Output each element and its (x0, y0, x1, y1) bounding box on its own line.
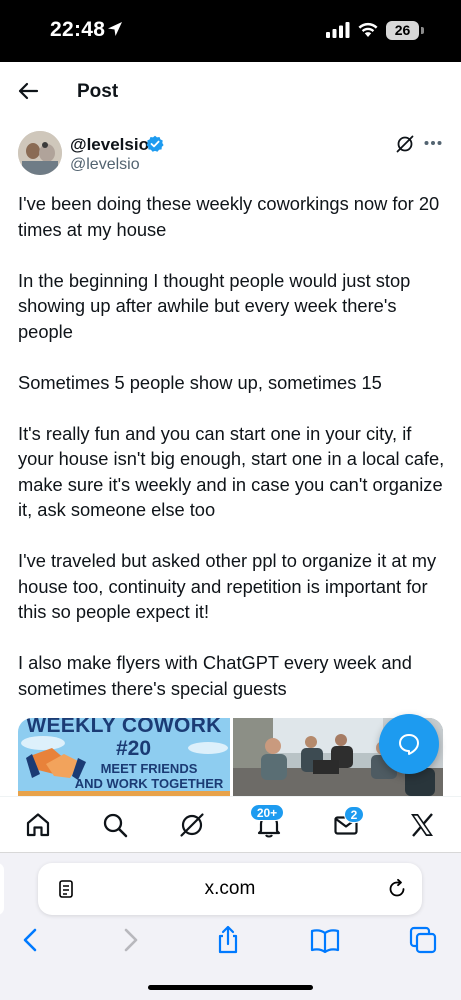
previous-tab-card[interactable] (0, 863, 4, 915)
post-paragraph: In the beginning I thought people would … (18, 269, 411, 342)
reply-fab-button[interactable] (379, 714, 439, 774)
speech-bubble-icon (399, 734, 419, 755)
search-icon[interactable] (101, 811, 129, 839)
x-logo-icon[interactable] (408, 811, 436, 839)
notifications-badge: 20+ (250, 804, 284, 821)
flyer-line-1: MEET FRIENDS (100, 761, 198, 776)
bottom-tab-bar: 20+ 2 (0, 796, 461, 852)
forward-chevron-icon[interactable] (115, 925, 145, 955)
flyer-image[interactable]: WEEKLY COWORK #20 MEET FRIENDS AND WORK … (18, 718, 230, 796)
url-text[interactable]: x.com (38, 878, 422, 900)
home-icon[interactable] (24, 811, 52, 839)
flyer-line-2: AND WORK TOGETHER (74, 776, 224, 791)
post-paragraph: I also make flyers with ChatGPT every we… (18, 652, 412, 699)
grok-tab-icon[interactable] (178, 811, 206, 839)
wifi-icon (358, 22, 378, 37)
avatar[interactable] (18, 131, 62, 175)
battery-indicator: 26 (386, 21, 419, 40)
flyer-subtitle: MEET FRIENDS AND WORK TOGETHER (74, 761, 224, 791)
post-paragraph: It's really fun and you can start one in… (18, 422, 445, 521)
cellular-signal-icon (326, 22, 350, 38)
address-bar[interactable]: x.com (38, 863, 422, 915)
status-time: 22:48 (50, 18, 106, 41)
tabs-icon[interactable] (408, 925, 438, 955)
home-indicator (148, 985, 313, 990)
grok-icon[interactable] (395, 134, 415, 154)
author-name[interactable]: @levelsio (70, 135, 149, 155)
back-chevron-icon[interactable] (16, 925, 46, 955)
post-paragraph: Sometimes 5 people show up, sometimes 15 (18, 371, 382, 393)
flyer-number: #20 (116, 737, 152, 760)
battery-tip (421, 27, 424, 34)
post-header: Post (0, 62, 461, 122)
avatar-photo (18, 131, 62, 175)
back-arrow-icon[interactable] (17, 80, 39, 102)
page-title: Post (77, 81, 119, 102)
location-arrow-icon (108, 22, 122, 36)
more-options-icon[interactable] (424, 140, 442, 146)
status-bar: 22:48 26 (0, 0, 461, 62)
post-paragraph: I've been doing these weekly coworkings … (18, 193, 440, 240)
flyer-title: WEEKLY COWORK (26, 718, 222, 737)
safari-toolbar: x.com (0, 852, 461, 1000)
post-text: I've been doing these weekly coworkings … (18, 191, 448, 727)
reload-icon[interactable] (386, 878, 408, 900)
share-icon[interactable] (213, 925, 243, 955)
messages-badge: 2 (344, 806, 364, 823)
post-paragraph: I've traveled but asked other ppl to org… (18, 550, 437, 622)
author-handle[interactable]: @levelsio (70, 156, 140, 174)
post-media: WEEKLY COWORK #20 MEET FRIENDS AND WORK … (18, 718, 443, 796)
verified-badge-icon (146, 135, 164, 152)
bookmarks-icon[interactable] (310, 925, 340, 955)
